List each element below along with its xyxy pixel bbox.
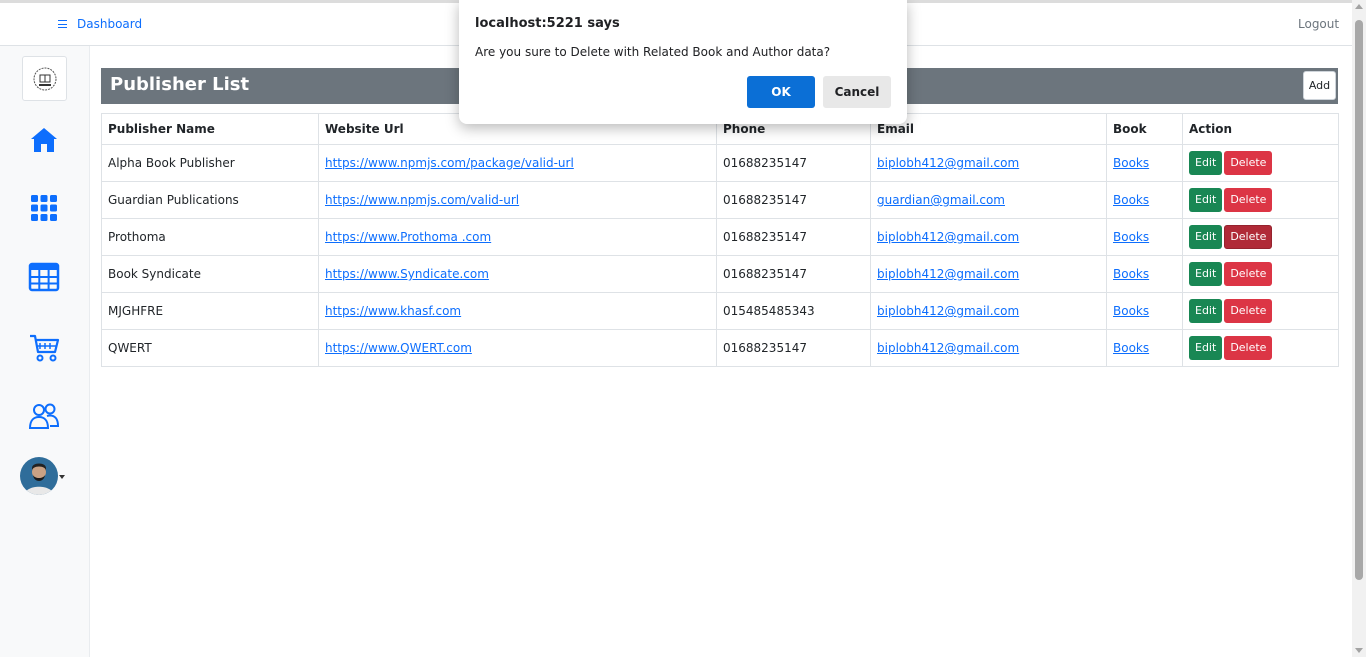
menu-icon[interactable] [58,20,67,28]
table-row: Alpha Book Publisher https://www.npmjs.c… [101,144,1339,182]
website-url-link[interactable]: https://www.QWERT.com [325,341,472,355]
avatar-image [20,457,58,495]
publisher-name-cell: Prothoma [101,218,319,256]
publisher-name-cell: QWERT [101,329,319,367]
cancel-button[interactable]: Cancel [823,76,891,108]
phone-cell: 01688235147 [716,181,871,219]
phone-cell: 01688235147 [716,144,871,182]
table-row: QWERT https://www.QWERT.com 01688235147 … [101,329,1339,367]
apps-grid-icon[interactable] [28,192,60,224]
edit-button[interactable]: Edit [1189,225,1223,249]
delete-button[interactable]: Delete [1224,225,1273,249]
edit-button[interactable]: Edit [1189,188,1223,212]
email-link[interactable]: biplobh412@gmail.com [877,304,1019,318]
website-url-link[interactable]: https://www.npmjs.com/package/valid-url [325,156,574,170]
website-url-link[interactable]: https://www.npmjs.com/valid-url [325,193,519,207]
ok-button[interactable]: OK [747,76,815,108]
table-row: Guardian Publications https://www.npmjs.… [101,181,1339,219]
logo[interactable] [22,56,67,101]
edit-button[interactable]: Edit [1189,151,1223,175]
delete-button[interactable]: Delete [1224,299,1273,323]
table-row: MJGHFRE https://www.khasf.com 0154854853… [101,292,1339,330]
table-icon[interactable] [28,261,60,293]
books-link[interactable]: Books [1113,193,1149,207]
home-icon[interactable] [28,124,60,156]
table-row: Prothoma https://www.Prothoma .com 01688… [101,218,1339,256]
email-link[interactable]: biplobh412@gmail.com [877,267,1019,281]
page-title: Publisher List [110,74,250,95]
scroll-up-arrow-icon[interactable] [1355,4,1363,9]
phone-cell: 01688235147 [716,255,871,293]
publisher-name-cell: Guardian Publications [101,181,319,219]
email-link[interactable]: biplobh412@gmail.com [877,341,1019,355]
website-url-link[interactable]: https://www.Syndicate.com [325,267,489,281]
books-link[interactable]: Books [1113,156,1149,170]
publisher-name-cell: Book Syndicate [101,255,319,293]
dashboard-label: Dashboard [77,17,143,31]
sidebar [0,46,90,657]
users-icon[interactable] [28,400,60,432]
confirm-dialog: localhost:5221 says Are you sure to Dele… [459,0,907,124]
page-scrollbar[interactable] [1352,0,1366,657]
dialog-message: Are you sure to Delete with Related Book… [475,45,831,59]
logo-icon [33,67,56,90]
chevron-down-icon [59,475,65,479]
cart-icon[interactable] [28,332,60,364]
edit-button[interactable]: Edit [1189,336,1223,360]
scrollbar-thumb[interactable] [1355,20,1363,580]
website-url-link[interactable]: https://www.khasf.com [325,304,461,318]
user-avatar-dropdown[interactable] [20,457,65,495]
email-link[interactable]: biplobh412@gmail.com [877,156,1019,170]
scroll-down-arrow-icon[interactable] [1355,648,1363,653]
edit-button[interactable]: Edit [1189,299,1223,323]
avatar [20,457,58,495]
dashboard-link[interactable]: Dashboard [58,17,142,31]
delete-button[interactable]: Delete [1224,262,1273,286]
edit-button[interactable]: Edit [1189,262,1223,286]
books-link[interactable]: Books [1113,341,1149,355]
books-link[interactable]: Books [1113,267,1149,281]
website-url-link[interactable]: https://www.Prothoma .com [325,230,491,244]
table-row: Book Syndicate https://www.Syndicate.com… [101,255,1339,293]
delete-button[interactable]: Delete [1224,336,1273,360]
publisher-table: Publisher Name Website Url Phone Email B… [101,113,1339,367]
publisher-name-cell: Alpha Book Publisher [101,144,319,182]
add-publisher-button[interactable]: Add [1303,71,1336,100]
logout-link[interactable]: Logout [1298,17,1339,31]
phone-cell: 01688235147 [716,329,871,367]
email-link[interactable]: guardian@gmail.com [877,193,1005,207]
browser-page: Dashboard Logout Publisher List Add Publ… [0,0,1366,657]
column-header-book: Book [1106,113,1183,145]
email-link[interactable]: biplobh412@gmail.com [877,230,1019,244]
delete-button[interactable]: Delete [1224,151,1273,175]
publisher-name-cell: MJGHFRE [101,292,319,330]
books-link[interactable]: Books [1113,230,1149,244]
dialog-title: localhost:5221 says [475,16,620,31]
delete-button[interactable]: Delete [1224,188,1273,212]
column-header-publisher-name: Publisher Name [101,113,319,145]
phone-cell: 01688235147 [716,218,871,256]
books-link[interactable]: Books [1113,304,1149,318]
column-header-action: Action [1182,113,1339,145]
phone-cell: 015485485343 [716,292,871,330]
